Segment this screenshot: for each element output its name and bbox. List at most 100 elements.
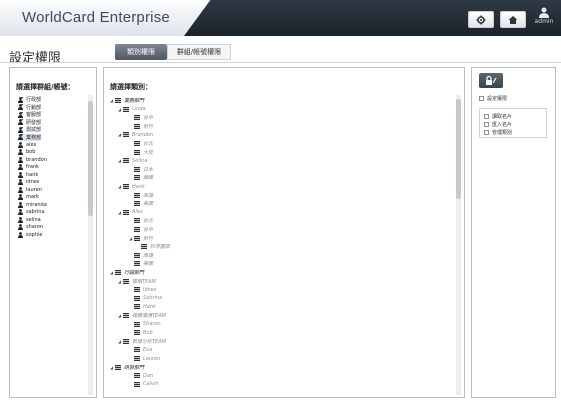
tree-node[interactable]: 日本: [129, 166, 153, 173]
tree-node[interactable]: 科學園區: [136, 243, 170, 250]
expand-arrow-icon[interactable]: ◢: [118, 184, 122, 189]
checkbox-box[interactable]: [484, 122, 489, 127]
account-item[interactable]: lauren: [18, 186, 42, 193]
account-label: alex: [26, 141, 37, 148]
account-item[interactable]: frank: [18, 164, 39, 171]
tree-node[interactable]: ◢ 業務部門: [110, 97, 144, 104]
tree-node[interactable]: Calvin: [129, 381, 158, 388]
tree-node[interactable]: 台北: [129, 140, 153, 147]
account-item[interactable]: bob: [18, 149, 35, 156]
account-scroll-thumb[interactable]: [88, 101, 93, 216]
tree-node[interactable]: ◢ Hank: [118, 183, 145, 190]
tree-node[interactable]: ◢ 策略TEAM: [118, 278, 156, 285]
expand-arrow-icon[interactable]: ◢: [110, 98, 114, 103]
expand-arrow-icon[interactable]: ◢: [118, 210, 122, 215]
tree-node[interactable]: 高雄: [129, 192, 153, 199]
checkbox-box[interactable]: [479, 96, 484, 101]
account-label: frank: [26, 164, 39, 170]
tree-node-label: 媒體溝通TEAM: [132, 313, 166, 319]
account-item[interactable]: sabrina: [18, 209, 45, 216]
home-button[interactable]: [500, 11, 526, 28]
account-item[interactable]: sharon: [18, 224, 43, 231]
expand-arrow-icon[interactable]: ◢: [118, 158, 122, 163]
tab-category-permission[interactable]: 類別權限: [115, 44, 167, 60]
account-item[interactable]: 研發部: [18, 119, 41, 126]
tree-node[interactable]: ◢ 行銷部門: [110, 269, 144, 276]
tree-node[interactable]: Sabrina: [129, 295, 162, 302]
tree-node[interactable]: Bob: [129, 329, 153, 336]
expand-arrow-icon[interactable]: ◢: [110, 365, 114, 370]
tree-node[interactable]: 台中: [129, 114, 153, 121]
tree-node[interactable]: 美國: [129, 260, 153, 267]
user-icon: [18, 216, 23, 223]
category-scrollbar[interactable]: [456, 95, 461, 395]
tree-node-label: Eva: [143, 346, 153, 353]
expand-arrow-icon[interactable]: ◢: [118, 339, 122, 344]
account-item[interactable]: miranda: [18, 201, 47, 208]
category-icon: [134, 218, 140, 224]
tree-node-label: Selina: [132, 157, 148, 164]
checkbox-box[interactable]: [484, 130, 489, 135]
permission-manage-category[interactable]: 管理類別: [484, 129, 512, 136]
account-item[interactable]: 業務部: [18, 133, 42, 141]
account-item[interactable]: idnes: [18, 179, 39, 186]
account-item[interactable]: 行銷部: [18, 104, 41, 111]
expand-arrow-icon[interactable]: ◢: [129, 236, 133, 241]
tab-group-account-permission[interactable]: 群組/帳號權限: [167, 44, 231, 60]
tree-node[interactable]: Dan: [129, 372, 153, 379]
expand-arrow-icon[interactable]: ◢: [110, 270, 114, 275]
account-item[interactable]: brandon: [18, 156, 47, 163]
account-item[interactable]: selina: [18, 216, 41, 223]
account-item[interactable]: sophie: [18, 231, 42, 238]
tree-node[interactable]: 韓國: [129, 174, 153, 181]
tree-node-label: Calvin: [143, 381, 159, 388]
tree-node[interactable]: 高雄: [129, 252, 153, 259]
user-menu[interactable]: admin: [532, 7, 556, 33]
user-icon: [18, 201, 23, 208]
permission-edit-button[interactable]: [479, 73, 503, 88]
tree-node[interactable]: 台中: [129, 226, 153, 233]
app-logo: WorldCard Enterprise: [22, 9, 170, 26]
group-icon: [18, 134, 23, 140]
group-icon: [18, 119, 23, 125]
tree-node[interactable]: 大陸: [129, 149, 153, 156]
tree-node[interactable]: ◢ Linda: [118, 106, 146, 113]
expand-arrow-icon[interactable]: ◢: [118, 279, 122, 284]
category-icon: [123, 106, 129, 112]
account-item[interactable]: mark: [18, 194, 39, 201]
tree-node[interactable]: ◢ 新竹: [129, 235, 153, 242]
tree-node[interactable]: Sharon: [129, 321, 161, 328]
account-item[interactable]: hank: [18, 171, 38, 178]
account-scrollbar[interactable]: [88, 95, 93, 395]
tree-node[interactable]: ◢ 數據分析TEAM: [118, 338, 166, 345]
tree-node[interactable]: Hank: [129, 303, 156, 310]
expand-arrow-icon[interactable]: ◢: [118, 132, 122, 137]
expand-arrow-icon[interactable]: ◢: [118, 107, 122, 112]
tree-node[interactable]: ◢ 媒體溝通TEAM: [118, 312, 166, 319]
settings-button[interactable]: [468, 11, 494, 28]
account-item[interactable]: 行政部: [18, 96, 41, 103]
category-icon: [134, 201, 140, 207]
checkbox-box[interactable]: [484, 114, 489, 119]
tree-node[interactable]: 台北: [129, 217, 153, 224]
category-scroll-thumb[interactable]: [456, 99, 461, 199]
tree-node[interactable]: ◢ Alex: [118, 209, 143, 216]
account-item[interactable]: alex: [18, 141, 36, 148]
account-item[interactable]: 客服部: [18, 111, 41, 118]
tree-node[interactable]: Eva: [129, 346, 152, 353]
category-icon: [134, 141, 140, 146]
tree-node[interactable]: ◢ 研發部門: [110, 364, 144, 371]
tree-node[interactable]: Lauren: [129, 355, 160, 362]
tree-node[interactable]: ◢ Selina: [118, 157, 147, 164]
set-permission-checkbox[interactable]: 設定權限: [479, 95, 507, 102]
account-item[interactable]: 測試部: [18, 126, 41, 133]
tree-node[interactable]: ◢ Brandon: [118, 131, 153, 138]
tree-node[interactable]: Idnes: [129, 286, 157, 293]
permission-read-card[interactable]: 讀取名片: [484, 113, 512, 120]
tree-node[interactable]: 美國: [129, 200, 153, 207]
page-title: 設定權限: [9, 51, 62, 66]
tree-node[interactable]: 新竹: [129, 123, 153, 130]
category-heading: 請選擇類別：: [110, 83, 152, 91]
expand-arrow-icon[interactable]: ◢: [118, 313, 122, 318]
permission-import-card[interactable]: 匯入名片: [484, 121, 512, 128]
